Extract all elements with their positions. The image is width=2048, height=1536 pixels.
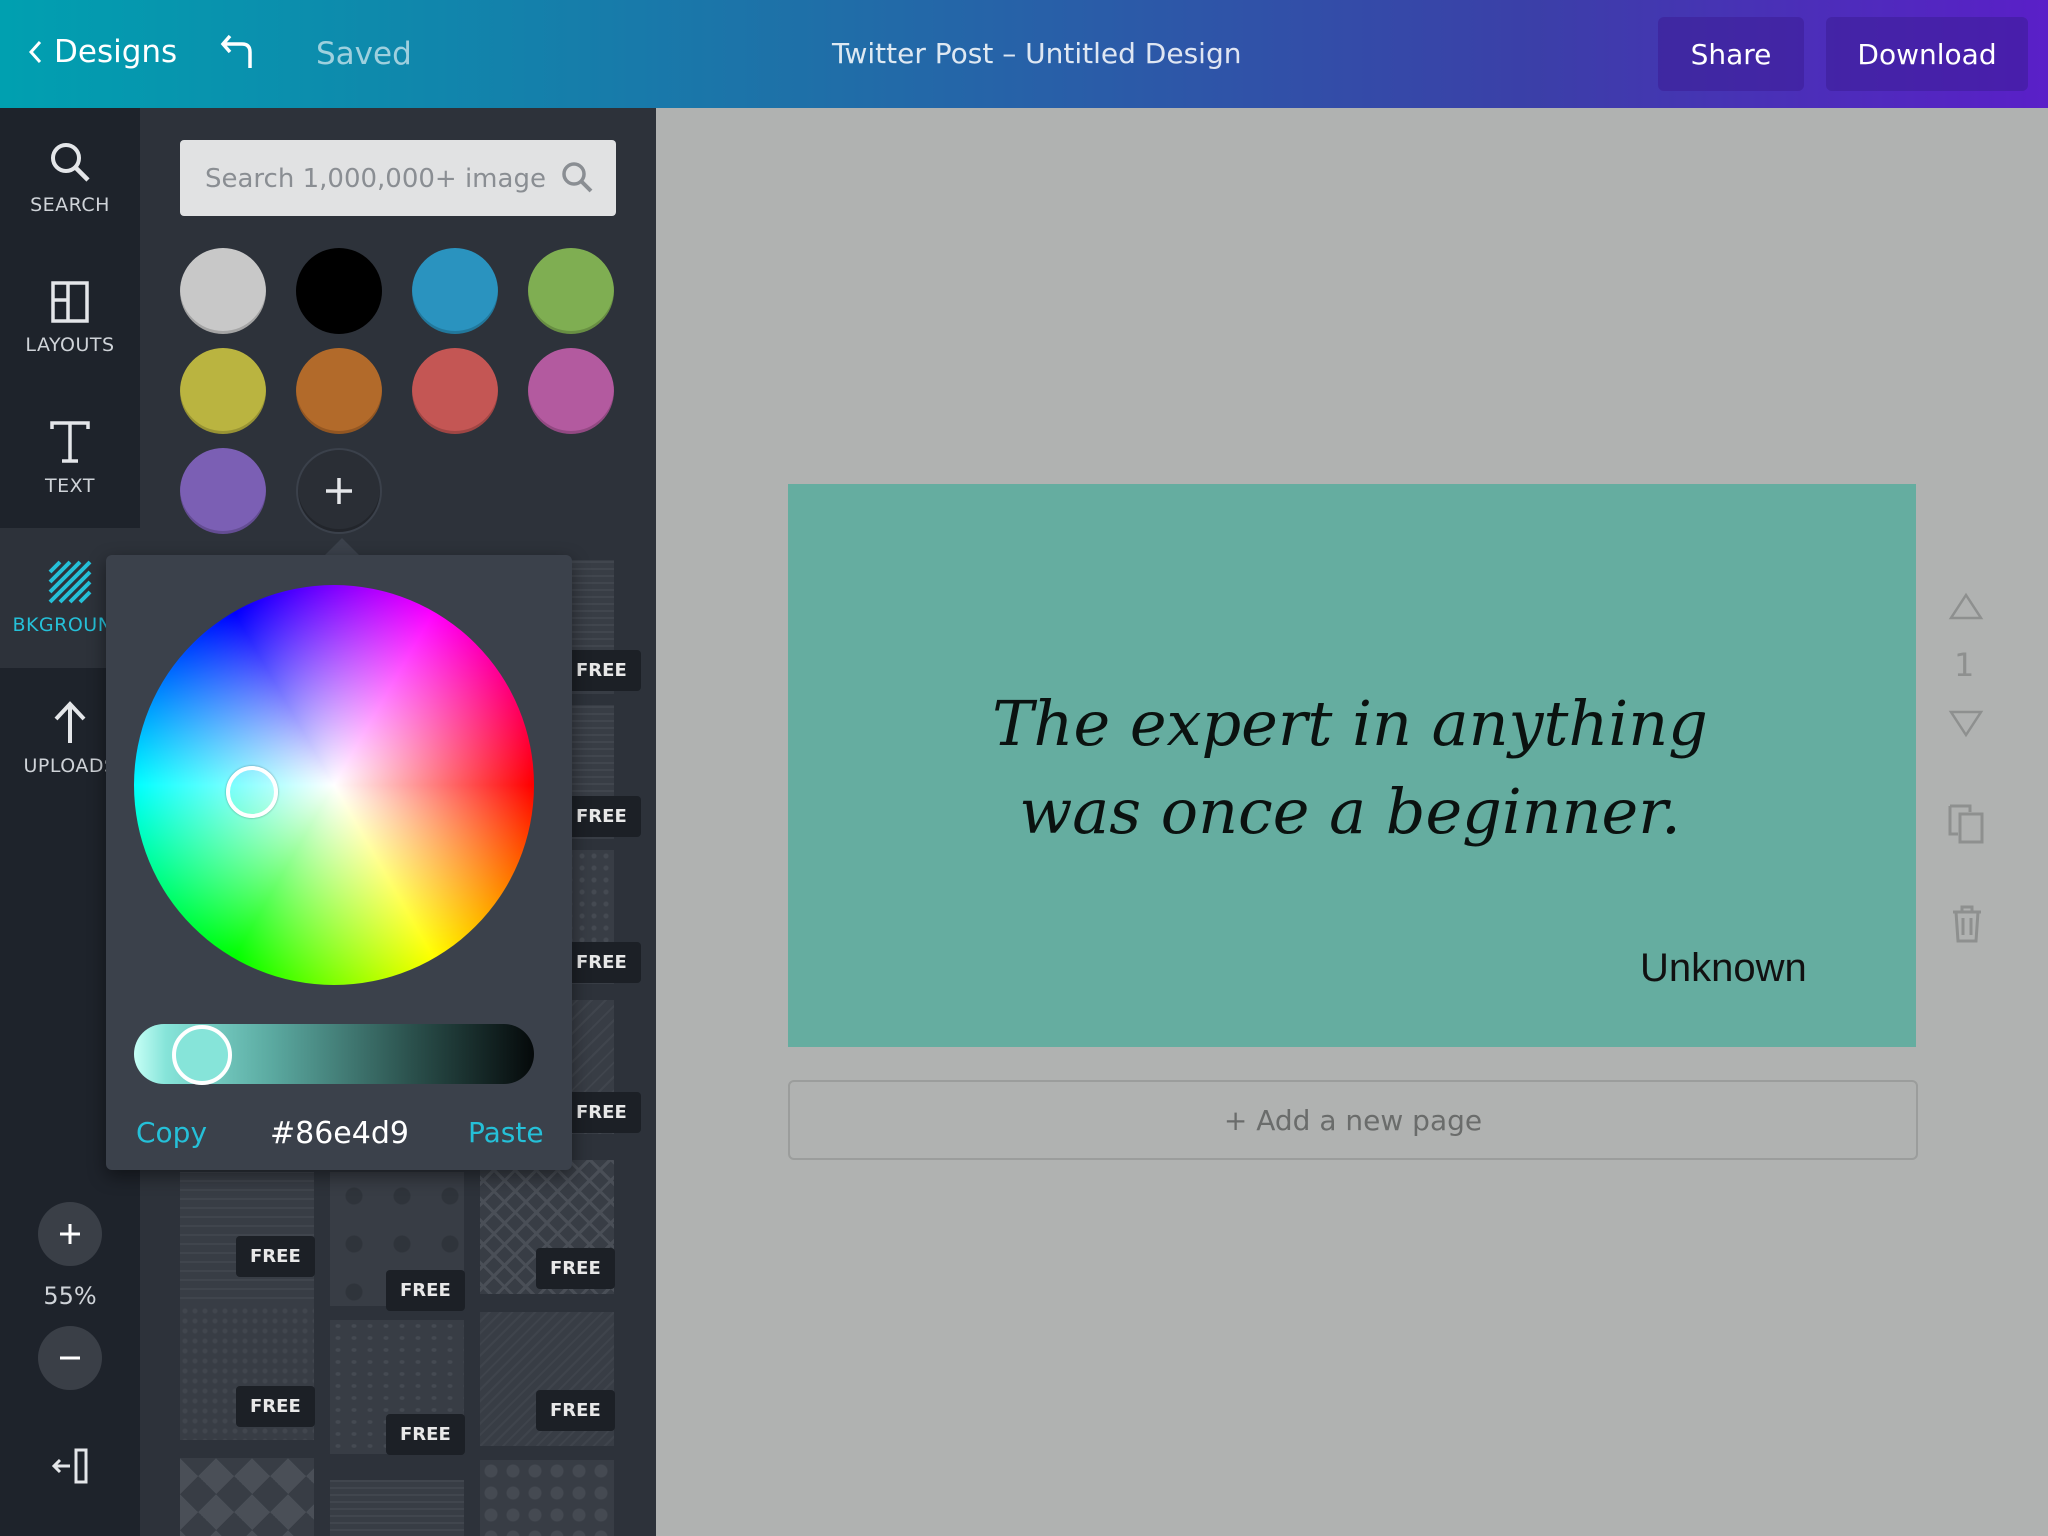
undo-icon (220, 34, 252, 68)
color-swatch[interactable] (412, 348, 498, 434)
back-to-designs-button[interactable]: Designs (26, 34, 177, 70)
copy-color-button[interactable]: Copy (136, 1116, 207, 1149)
color-swatch[interactable] (296, 348, 382, 434)
zoom-level: 55% (43, 1282, 97, 1310)
rail-label: SEARCH (30, 194, 110, 216)
undo-button[interactable] (220, 32, 256, 76)
free-badge: FREE (386, 1270, 465, 1311)
search-icon (51, 143, 90, 182)
text-icon (50, 421, 90, 463)
rail-label: TEXT (45, 475, 95, 497)
picker-arrow (325, 538, 359, 555)
chevron-left-icon (28, 40, 42, 64)
triangle-down-icon (1948, 710, 1984, 738)
paste-color-button[interactable]: Paste (468, 1116, 544, 1149)
free-badge: FREE (236, 1236, 315, 1277)
zoom-out-button[interactable] (38, 1326, 102, 1390)
move-page-up-button[interactable] (1948, 592, 1984, 626)
shade-slider-handle[interactable] (172, 1025, 232, 1085)
color-wheel-handle[interactable] (226, 766, 278, 818)
add-color-button[interactable] (296, 448, 382, 534)
minus-icon (60, 1356, 80, 1360)
color-swatch[interactable] (180, 348, 266, 434)
duplicate-page-button[interactable] (1946, 802, 1986, 850)
search-icon (562, 162, 593, 193)
quote-text[interactable]: The expert in anything was once a beginn… (930, 680, 1770, 856)
upload-icon (54, 701, 86, 743)
zoom-in-button[interactable] (38, 1202, 102, 1266)
triangle-up-icon (1948, 592, 1984, 620)
trash-icon (1953, 905, 1981, 943)
free-badge: FREE (536, 1390, 615, 1431)
saved-status: Saved (316, 36, 412, 72)
design-title[interactable]: Twitter Post – Untitled Design (832, 37, 1241, 70)
author-text[interactable]: Unknown (1640, 946, 1807, 991)
layouts-icon (51, 281, 89, 323)
plus-icon (60, 1224, 80, 1244)
top-bar: Designs Saved Twitter Post – Untitled De… (0, 0, 2048, 108)
rail-label: UPLOADS (23, 755, 117, 777)
color-swatch[interactable] (528, 248, 614, 334)
collapse-panel-icon (51, 1448, 88, 1484)
add-new-page-button[interactable]: + Add a new page (788, 1080, 1918, 1160)
color-swatch[interactable] (412, 248, 498, 334)
pattern-tile[interactable] (180, 1458, 314, 1536)
collapse-panel-button[interactable] (50, 1446, 90, 1490)
free-badge: FREE (562, 942, 641, 983)
rail-item-layouts[interactable]: LAYOUTS (0, 248, 140, 388)
color-wheel[interactable] (134, 585, 534, 985)
rail-label: LAYOUTS (25, 334, 115, 356)
free-badge: FREE (562, 1092, 641, 1133)
search-input[interactable] (205, 162, 545, 196)
share-button[interactable]: Share (1658, 17, 1804, 91)
back-label: Designs (54, 34, 178, 70)
color-swatch[interactable] (528, 348, 614, 434)
color-swatch[interactable] (180, 248, 266, 334)
pattern-tile[interactable] (480, 1460, 614, 1536)
free-badge: FREE (386, 1414, 465, 1455)
search-submit-button[interactable] (560, 160, 594, 198)
page-number: 1 (1954, 646, 1975, 684)
copy-icon (1948, 804, 1984, 844)
free-badge: FREE (236, 1386, 315, 1427)
download-button[interactable]: Download (1826, 17, 2028, 91)
background-icon (48, 560, 92, 604)
hex-color-value[interactable]: #86e4d9 (270, 1116, 409, 1151)
delete-page-button[interactable] (1950, 904, 1984, 948)
free-badge: FREE (562, 796, 641, 837)
free-badge: FREE (562, 650, 641, 691)
rail-item-search[interactable]: SEARCH (0, 108, 140, 248)
color-swatch[interactable] (296, 248, 382, 334)
rail-item-text[interactable]: TEXT (0, 388, 140, 528)
color-swatch[interactable] (180, 448, 266, 534)
move-page-down-button[interactable] (1948, 708, 1984, 742)
free-badge: FREE (536, 1248, 615, 1289)
pattern-tile[interactable] (330, 1480, 464, 1536)
plus-icon (326, 478, 352, 504)
